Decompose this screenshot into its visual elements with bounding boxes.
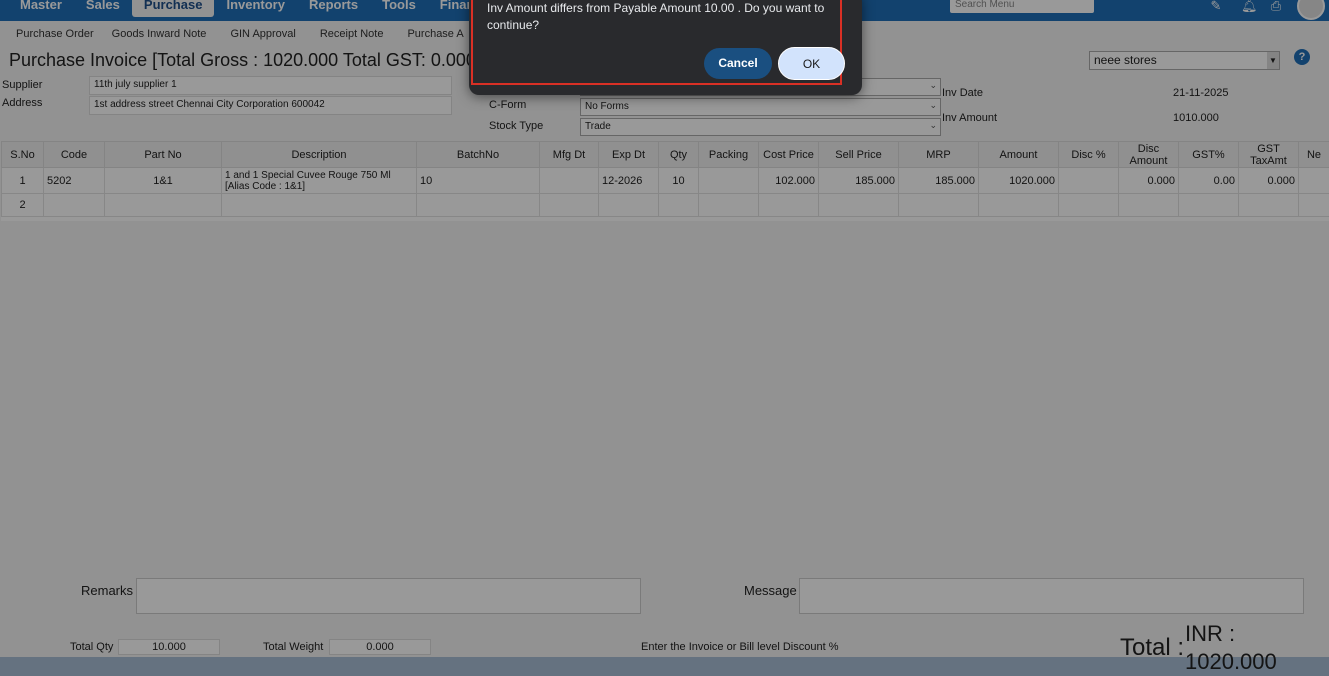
dialog-message: Inv Amount differs from Payable Amount 1…	[487, 1, 825, 32]
ok-button[interactable]: OK	[778, 47, 845, 80]
modal-overlay	[0, 0, 1329, 676]
cancel-button[interactable]: Cancel	[704, 48, 772, 79]
